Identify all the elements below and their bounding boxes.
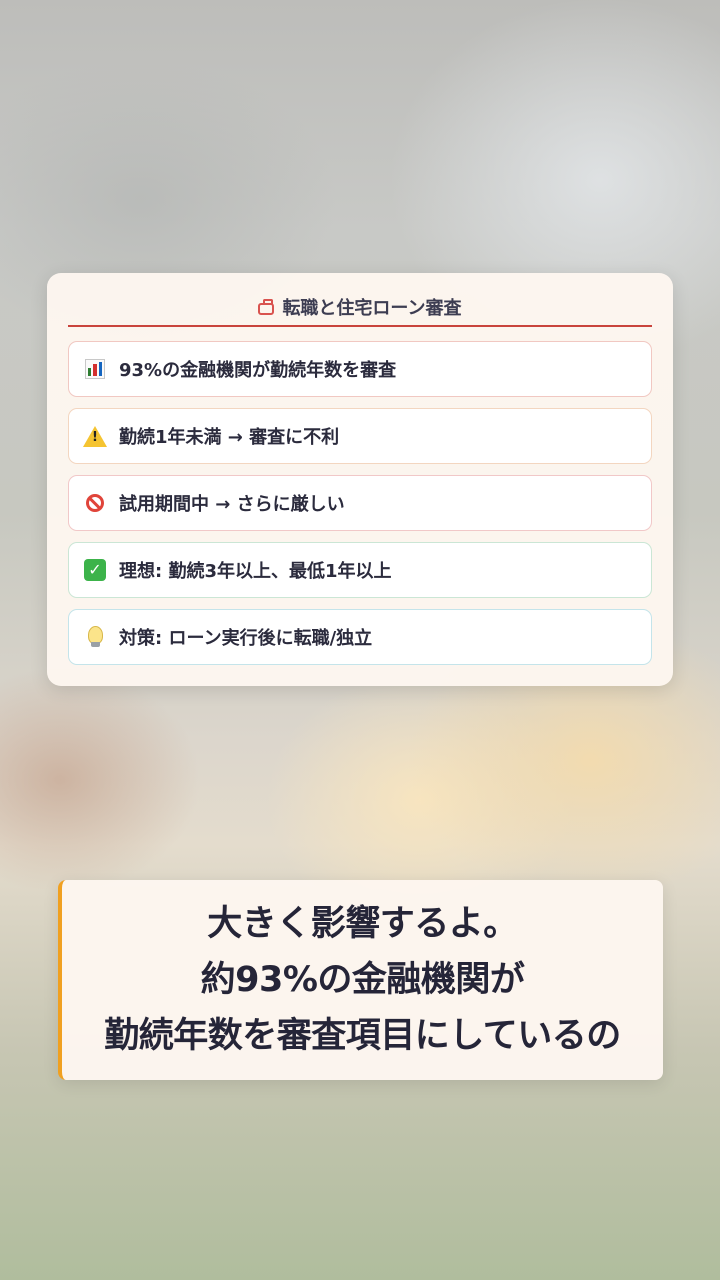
list-item: 試用期間中 → さらに厳しい — [68, 475, 652, 531]
title-divider — [68, 325, 652, 327]
caption-line-2: 約93%の金融機関が — [200, 960, 525, 1000]
list-item-text: 93%の金融機関が勤続年数を審査 — [119, 360, 397, 381]
bar-chart-icon — [83, 357, 107, 381]
caption-line-3: 勤続年数を審査項目にしているの — [104, 1016, 621, 1056]
caption-line-1: 大きく影響するよ。 — [207, 904, 518, 944]
subtitle-caption: 大きく影響するよ。 約93%の金融機関が 勤続年数を審査項目にしているの — [58, 880, 663, 1080]
list-item: 対策: ローン実行後に転職/独立 — [68, 609, 652, 665]
info-card: 転職と住宅ローン審査 93%の金融機関が勤続年数を審査 ! 勤続1年未満 → 審… — [47, 273, 673, 686]
list-item-text: 理想: 勤続3年以上、最低1年以上 — [119, 561, 392, 582]
no-entry-icon — [83, 491, 107, 515]
list-item: ! 勤続1年未満 → 審査に不利 — [68, 408, 652, 464]
briefcase-icon — [258, 298, 275, 315]
list-item-text: 対策: ローン実行後に転職/独立 — [119, 628, 373, 649]
card-title: 転職と住宅ローン審査 — [282, 298, 462, 319]
list-item: ✓ 理想: 勤続3年以上、最低1年以上 — [68, 542, 652, 598]
list-item-text: 勤続1年未満 → 審査に不利 — [119, 427, 340, 448]
check-mark-icon: ✓ — [83, 558, 107, 582]
warning-icon: ! — [83, 424, 107, 448]
light-bulb-icon — [83, 625, 107, 649]
list-item-text: 試用期間中 → さらに厳しい — [119, 494, 345, 515]
list-item: 93%の金融機関が勤続年数を審査 — [68, 341, 652, 397]
card-header: 転職と住宅ローン審査 — [47, 293, 673, 321]
